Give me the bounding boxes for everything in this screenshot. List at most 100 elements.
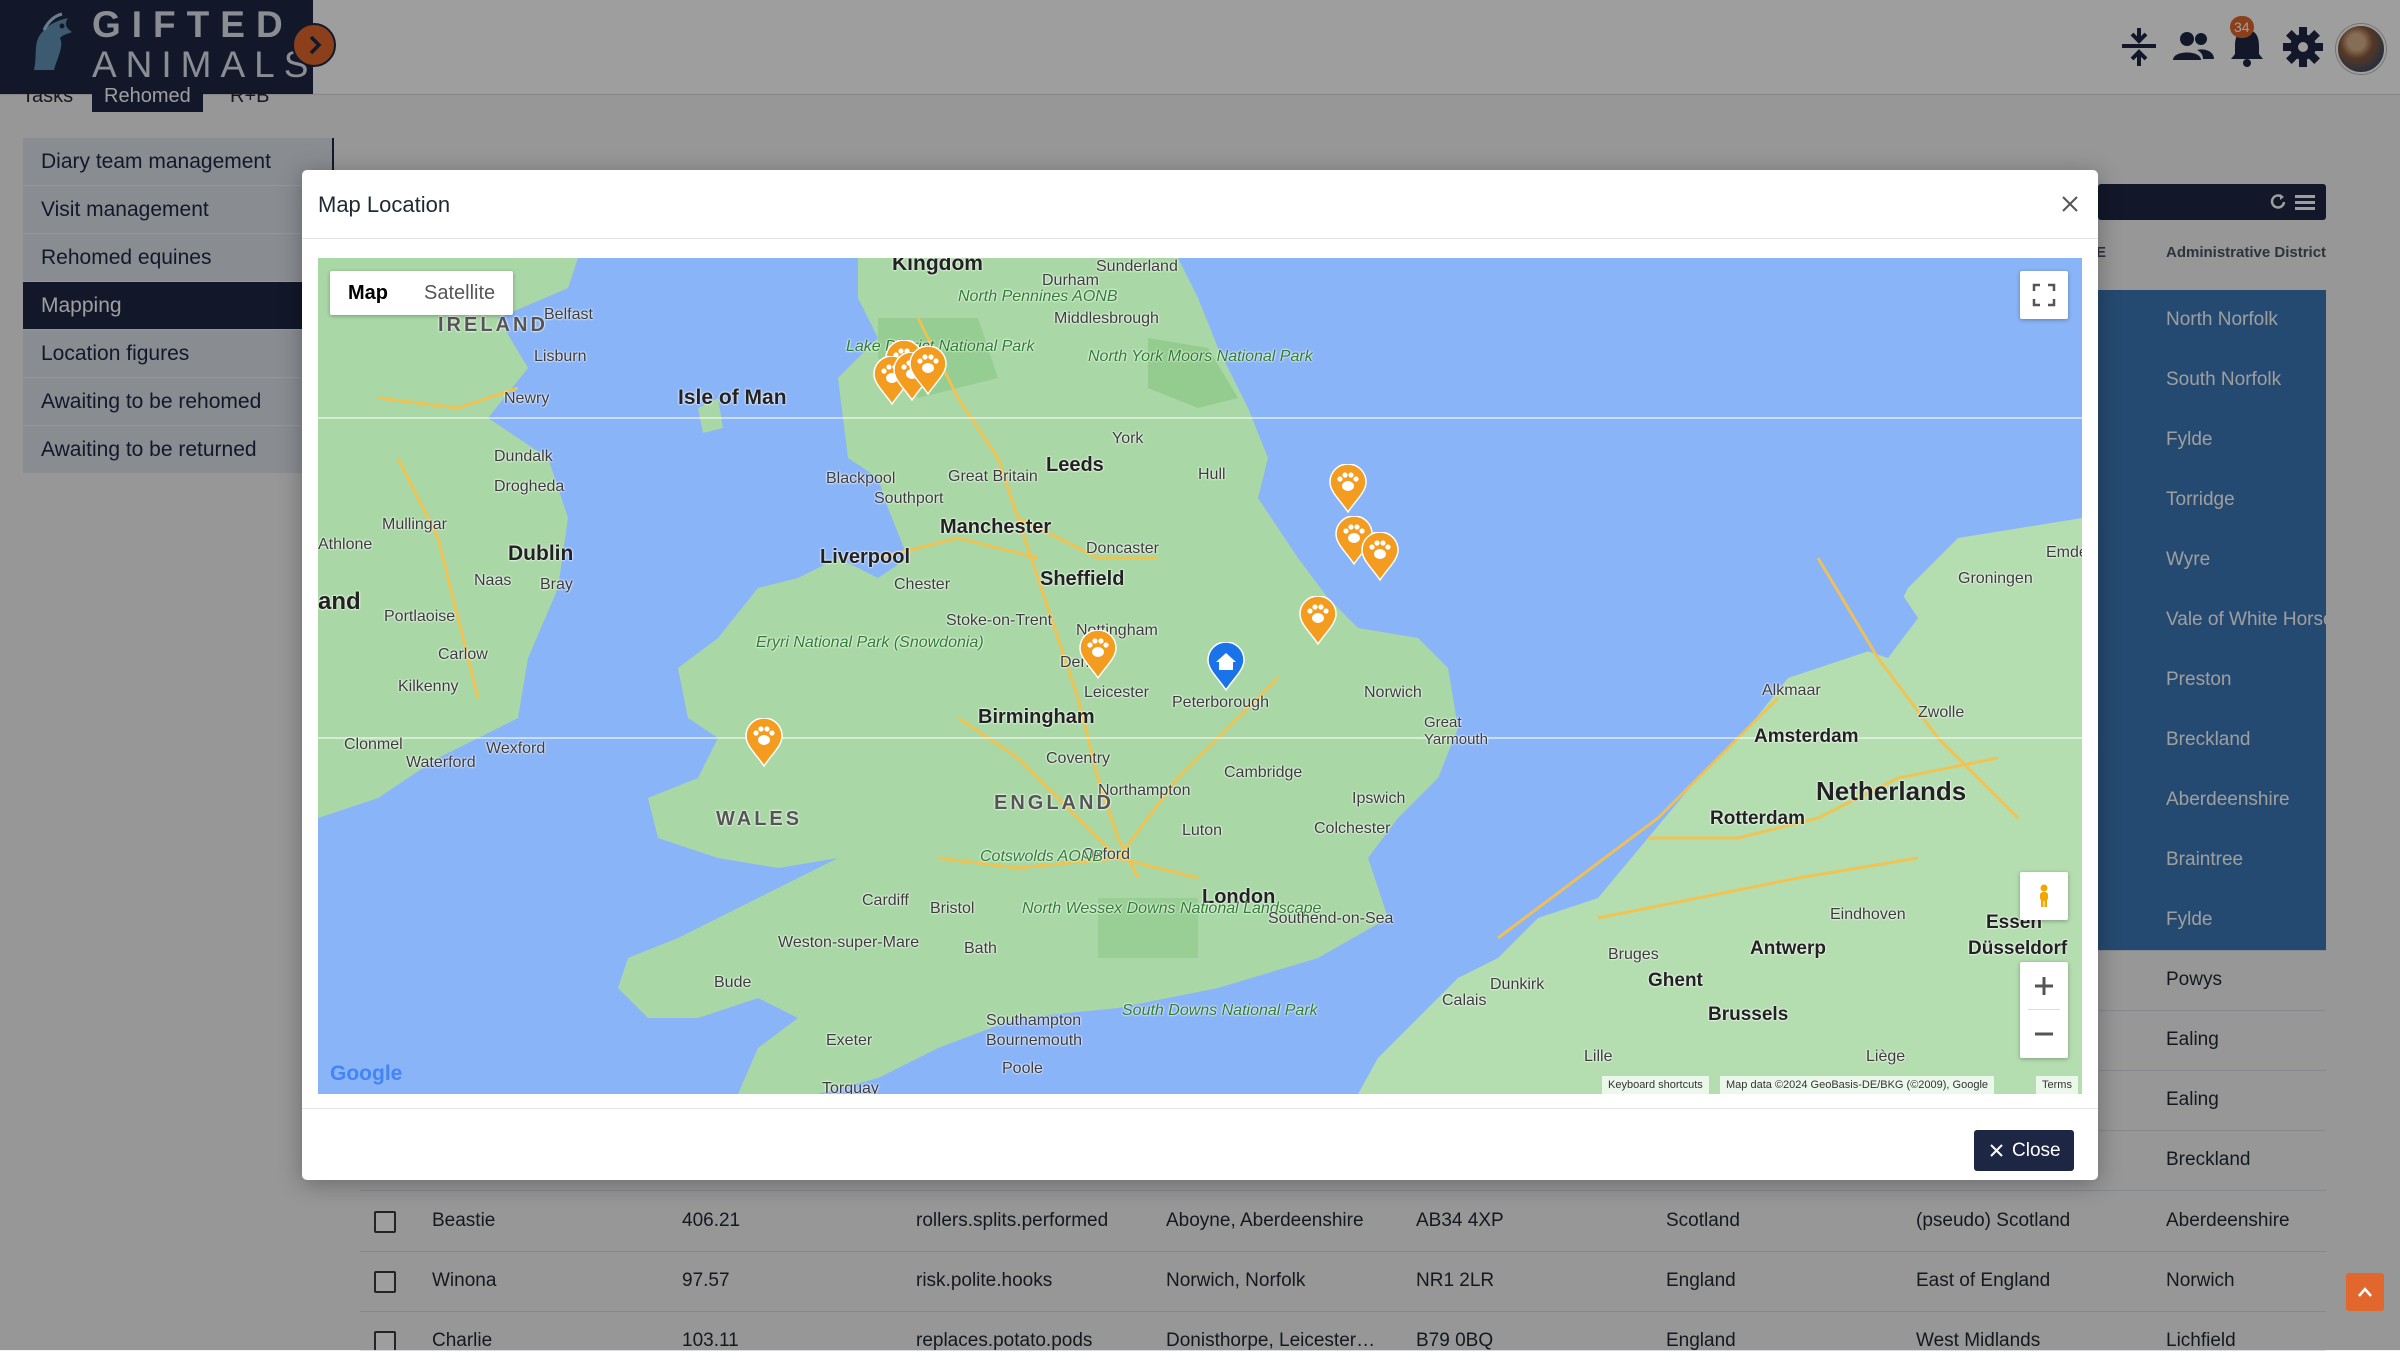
map-label: Waterford bbox=[406, 754, 476, 771]
map-label: Southend-on-Sea bbox=[1268, 910, 1394, 927]
close-button[interactable]: Close bbox=[1974, 1130, 2074, 1171]
map-label: Cotswolds AONB bbox=[980, 848, 1103, 865]
map-label: York bbox=[1112, 430, 1144, 447]
zoom-out-icon[interactable] bbox=[2032, 1022, 2056, 1046]
map-label: Peterborough bbox=[1172, 694, 1269, 711]
map-label: Blackpool bbox=[826, 470, 896, 487]
map-label: Coventry bbox=[1046, 750, 1111, 767]
map-label: Bray bbox=[540, 576, 573, 593]
map-label: Bristol bbox=[930, 900, 975, 917]
map-label: Ghent bbox=[1648, 970, 1703, 991]
map-label: Amsterdam bbox=[1754, 726, 1859, 747]
map-label: Athlone bbox=[318, 536, 373, 553]
map-label: Düsseldorf bbox=[1968, 938, 2068, 959]
scroll-to-top-button[interactable] bbox=[2346, 1273, 2384, 1311]
map-label: Calais bbox=[1442, 992, 1487, 1009]
map-label: Bude bbox=[714, 974, 752, 991]
map-label: Brussels bbox=[1708, 1004, 1789, 1025]
map-label: Dunkirk bbox=[1490, 976, 1545, 993]
map-label: Chester bbox=[894, 576, 951, 593]
paw-pin-marker[interactable] bbox=[1328, 464, 1368, 514]
map-label: Newry bbox=[504, 390, 550, 407]
map-label: Luton bbox=[1182, 822, 1223, 839]
map-label: Lille bbox=[1584, 1048, 1613, 1065]
map-type-control: Map Satellite bbox=[330, 271, 514, 315]
map-label: Bath bbox=[964, 940, 997, 957]
map-label: Kingdom bbox=[892, 258, 983, 275]
map-label: Isle of Man bbox=[678, 386, 787, 409]
keyboard-shortcuts-link[interactable]: Keyboard shortcuts bbox=[1602, 1076, 1709, 1094]
street-view-pegman-button[interactable] bbox=[2020, 872, 2068, 920]
map-label: Eindhoven bbox=[1830, 906, 1906, 923]
paw-pin-marker[interactable] bbox=[744, 718, 784, 768]
map-type-satellite-button[interactable]: Satellite bbox=[406, 271, 513, 315]
map-label: Mullingar bbox=[382, 516, 447, 533]
map-label: Kilkenny bbox=[398, 678, 459, 695]
map-label: Dublin bbox=[508, 542, 574, 565]
map-label: Drogheda bbox=[494, 478, 565, 495]
map-label: North York Moors National Park bbox=[1088, 348, 1313, 365]
map-label: Eryri National Park (Snowdonia) bbox=[756, 634, 984, 651]
map-label: Exeter bbox=[826, 1032, 873, 1049]
close-icon bbox=[1990, 1144, 2003, 1157]
map-label: Weston-super-Mare bbox=[778, 934, 920, 951]
map-label: and bbox=[318, 588, 361, 615]
map-label: Alkmaar bbox=[1762, 682, 1821, 699]
home-pin-marker[interactable] bbox=[1206, 642, 1246, 692]
map-label: Sheffield bbox=[1040, 568, 1125, 590]
map-canvas[interactable]: Kingdom Sunderland Durham North Pennines… bbox=[318, 258, 2082, 1094]
map-label: Netherlands bbox=[1816, 776, 1967, 806]
map-label: Southampton bbox=[986, 1012, 1082, 1029]
chevron-up-icon bbox=[2358, 1287, 2372, 1297]
map-label: Wexford bbox=[486, 740, 546, 757]
map-label: North Wessex Downs National Landscape bbox=[1022, 900, 1321, 917]
map-label: Liège bbox=[1866, 1048, 1906, 1065]
map-label: Carlow bbox=[438, 646, 488, 663]
map-label: Emde bbox=[2046, 544, 2082, 561]
map-label: IRELAND bbox=[438, 314, 548, 336]
map-label: Leeds bbox=[1046, 454, 1104, 476]
zoom-in-icon[interactable] bbox=[2032, 974, 2056, 998]
map-label: Antwerp bbox=[1750, 938, 1826, 959]
fullscreen-button[interactable] bbox=[2020, 271, 2068, 319]
paw-pin-marker[interactable] bbox=[1360, 532, 1400, 582]
map-label: Zwolle bbox=[1918, 704, 1965, 721]
map-label: South Downs National Park bbox=[1122, 1002, 1318, 1019]
google-logo: Google bbox=[330, 1062, 403, 1085]
map-label: Poole bbox=[1002, 1060, 1043, 1077]
map-label: ENGLAND bbox=[994, 792, 1114, 814]
close-icon[interactable] bbox=[2058, 192, 2082, 216]
fullscreen-icon bbox=[2032, 283, 2056, 307]
map-label: Cambridge bbox=[1224, 764, 1303, 781]
map-label: Portlaoise bbox=[384, 608, 456, 625]
map-label: Birmingham bbox=[978, 706, 1095, 728]
map-label: Great Britain bbox=[948, 468, 1038, 485]
paw-pin-marker[interactable] bbox=[1298, 596, 1338, 646]
map-label: Bournemouth bbox=[986, 1032, 1083, 1049]
map-base-layer bbox=[318, 258, 2082, 1094]
map-label: Middlesbrough bbox=[1054, 310, 1159, 327]
map-label: Stoke-on-Trent bbox=[946, 612, 1053, 629]
close-button-label: Close bbox=[2012, 1140, 2061, 1161]
map-label: Ipswich bbox=[1352, 790, 1406, 807]
paw-pin-marker[interactable] bbox=[908, 346, 948, 396]
map-label: Clonmel bbox=[344, 736, 403, 753]
map-label: Dundalk bbox=[494, 448, 553, 465]
map-label: Rotterdam bbox=[1710, 808, 1806, 829]
map-label: Sunderland bbox=[1096, 258, 1178, 275]
map-label: WALES bbox=[716, 808, 803, 830]
map-label: Torquay bbox=[822, 1080, 879, 1094]
map-label: Doncaster bbox=[1086, 540, 1159, 557]
map-label: North Pennines AONB bbox=[958, 288, 1118, 305]
map-label: Hull bbox=[1198, 466, 1226, 483]
map-label: Leicester bbox=[1084, 684, 1149, 701]
pegman-icon bbox=[2040, 884, 2048, 907]
map-label: Southport bbox=[874, 490, 944, 507]
terms-link[interactable]: Terms bbox=[2036, 1076, 2078, 1094]
map-type-map-button[interactable]: Map bbox=[330, 271, 406, 315]
modal-header-divider bbox=[302, 238, 2098, 239]
paw-pin-marker[interactable] bbox=[1078, 630, 1118, 680]
map-label: Liverpool bbox=[820, 546, 911, 568]
map-label: Great Yarmouth bbox=[1424, 714, 1488, 748]
map-label: Bruges bbox=[1608, 946, 1659, 963]
